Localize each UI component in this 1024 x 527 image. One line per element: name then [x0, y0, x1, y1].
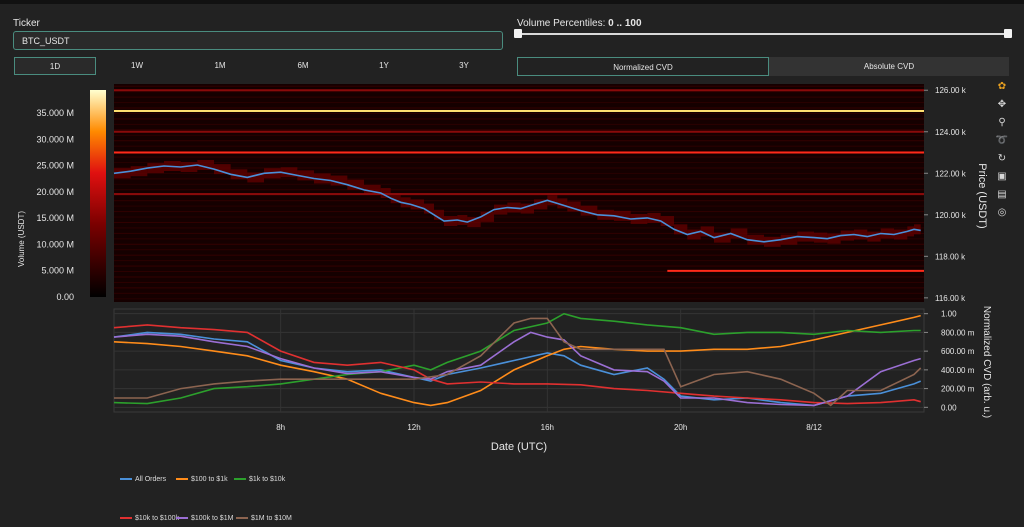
colorbar-tick-label: 30.000 M: [36, 134, 74, 144]
x-axis-tick-label: 16h: [541, 423, 554, 432]
heatmap-row: [114, 112, 924, 114]
price-axis-tick-label: 124.00 k: [935, 128, 967, 137]
heatmap-row: [114, 129, 924, 131]
colorbar-ticks: 35.000 M 30.000 M 25.000 M 20.000 M 15.000 M…: [36, 108, 74, 302]
colorbar-tick-label: 5.000 M: [41, 266, 74, 276]
x-axis-tick-label: 8h: [276, 423, 285, 432]
price-axis-tick-label: 122.00 k: [935, 169, 967, 178]
heatmap-row: [114, 292, 924, 294]
heatmap-row: [114, 221, 924, 223]
heatmap-row: [114, 281, 924, 283]
heatmap-row: [114, 123, 924, 125]
hover-icon[interactable]: ◎: [995, 206, 1009, 219]
cvd-axis: 1.00 800.00 m 600.00 m 400.00 m 200.00 m 0.00: [924, 310, 975, 412]
colorbar-tick-label: 35.000 M: [36, 108, 74, 118]
price-axis-tick-label: 116.00 k: [935, 294, 966, 303]
heatmap-row: [114, 265, 924, 267]
colorbar-tick-label: 15.000 M: [36, 213, 74, 223]
heatmap-volume-band: [114, 193, 924, 196]
heatmap-row: [114, 134, 924, 136]
price-axis: 126.00 k 124.00 k 122.00 k 120.00 k 118.00 k…: [924, 86, 967, 303]
cvd-axis-tick-label: 400.00 m: [941, 366, 975, 375]
cvd-axis-tick-label: 800.00 m: [941, 328, 975, 337]
plotly-logo-icon[interactable]: ✿: [995, 80, 1009, 93]
heatmap-row: [114, 254, 924, 256]
colorbar-tick-label: 20.000 M: [36, 187, 74, 197]
heatmap-row: [114, 260, 924, 262]
heatmap-row: [114, 276, 924, 278]
heatmap-row: [114, 91, 924, 93]
heatmap-row: [114, 96, 924, 98]
heatmap-row: [114, 189, 924, 191]
spike-lines-icon[interactable]: ▤: [995, 188, 1009, 201]
autoscale-icon[interactable]: ↻: [995, 152, 1009, 165]
heatmap-row: [114, 216, 924, 218]
colorbar-tick-label: 25.000 M: [36, 161, 74, 171]
cvd-panel[interactable]: [113, 308, 925, 413]
pan-icon[interactable]: ✥: [995, 98, 1009, 111]
legend: All Orders $100 to $1k $1k to $10k $10k to …: [120, 476, 292, 522]
heatmap-row: [114, 298, 924, 300]
download-icon[interactable]: ▣: [995, 170, 1009, 183]
heatmap-row: [114, 183, 924, 185]
colorbar: [90, 90, 106, 297]
heatmap-row: [114, 249, 924, 251]
legend-label[interactable]: $10k to $100k: [135, 515, 179, 522]
heatmap-volume-band: [114, 109, 924, 112]
chart-canvas: 35.000 M 30.000 M 25.000 M 20.000 M 15.000 M…: [17, 84, 992, 522]
legend-label[interactable]: $100 to $1k: [191, 476, 228, 483]
price-axis-title: Price (USDT): [976, 163, 988, 228]
heatmap-row: [114, 107, 924, 109]
cvd-axis-title: Normalized CVD (arb. u.): [981, 306, 992, 418]
heatmap-row: [114, 227, 924, 229]
price-axis-tick-label: 120.00 k: [935, 211, 967, 220]
colorbar-tick-label: 10.000 M: [36, 239, 74, 249]
x-axis-tick-label: 20h: [674, 423, 687, 432]
heatmap-row: [114, 200, 924, 202]
zoom-icon[interactable]: ⚲: [995, 116, 1009, 129]
heatmap-volume-band: [114, 151, 924, 154]
heatmap-row: [114, 118, 924, 120]
heatmap-volume-band: [114, 89, 924, 92]
heatmap-panel[interactable]: [114, 84, 924, 302]
x-axis-title: Date (UTC): [491, 441, 547, 453]
legend-label[interactable]: $1M to $10M: [251, 515, 292, 522]
heatmap-row: [114, 102, 924, 104]
heatmap-row: [114, 140, 924, 142]
heatmap-row: [114, 85, 924, 87]
colorbar-title: Volume (USDT): [17, 211, 26, 267]
cvd-axis-tick-label: 200.00 m: [941, 385, 975, 394]
cvd-axis-tick-label: 1.00: [941, 310, 957, 319]
heatmap-volume-band: [667, 269, 924, 272]
heatmap-row: [114, 287, 924, 289]
colorbar-tick-label: 0.00: [56, 292, 74, 302]
price-axis-tick-label: 118.00 k: [935, 252, 966, 261]
legend-label[interactable]: $1k to $10k: [249, 476, 286, 483]
x-axis: 8h 12h 16h 20h 8/12: [276, 423, 822, 432]
heatmap-volume-band: [114, 130, 924, 133]
x-axis-tick-label: 12h: [407, 423, 420, 432]
heatmap-row: [114, 156, 924, 158]
cvd-axis-tick-label: 600.00 m: [941, 347, 975, 356]
heatmap-row: [114, 167, 924, 169]
x-axis-tick-label: 8/12: [806, 423, 822, 432]
legend-label[interactable]: $100k to $1M: [191, 515, 234, 522]
heatmap-row: [114, 243, 924, 245]
price-axis-tick-label: 126.00 k: [935, 86, 967, 95]
cvd-axis-tick-label: 0.00: [941, 403, 957, 412]
legend-label[interactable]: All Orders: [135, 476, 167, 483]
heatmap-row: [114, 162, 924, 164]
lasso-icon[interactable]: ➰: [995, 134, 1009, 147]
heatmap-row: [114, 145, 924, 147]
